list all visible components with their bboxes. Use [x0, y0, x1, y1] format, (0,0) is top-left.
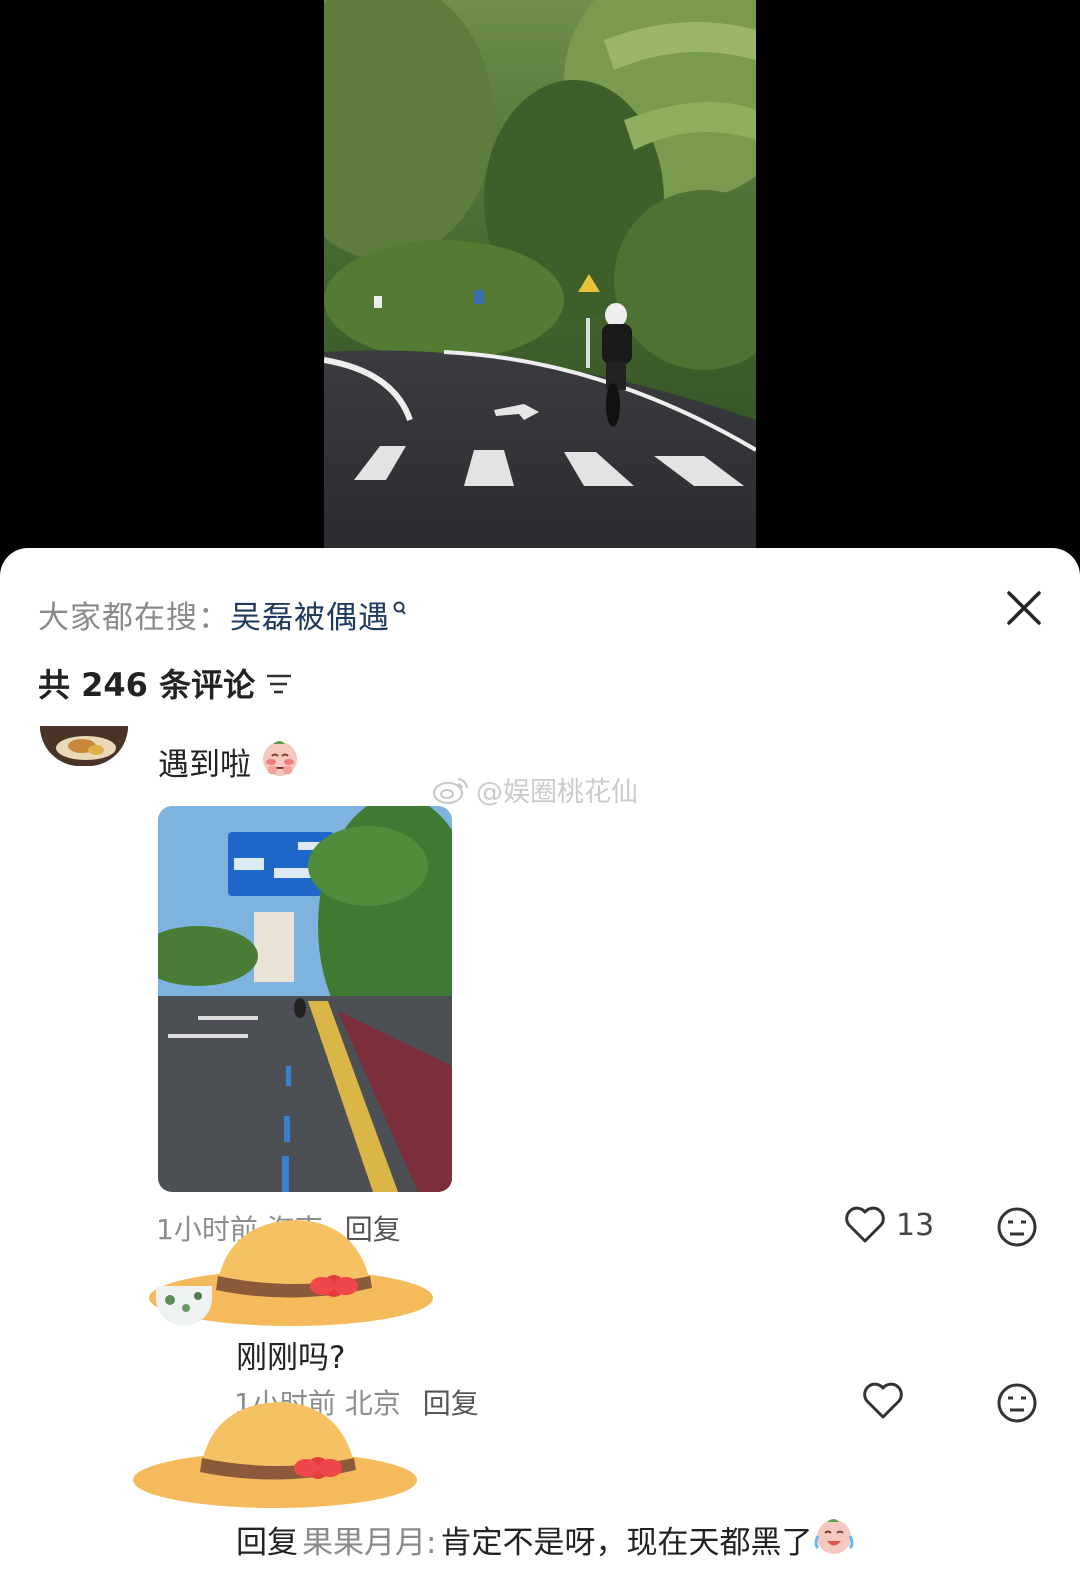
video-player[interactable] — [0, 0, 1080, 560]
reply-button[interactable]: 回复 — [423, 1387, 479, 1420]
watermark-text: @娱圈桃花仙 — [476, 777, 638, 808]
watermark: @娱圈桃花仙 — [432, 770, 638, 809]
close-button[interactable] — [1000, 584, 1048, 632]
like-button[interactable]: 13 — [844, 1206, 934, 1244]
comment-image[interactable] — [158, 806, 452, 1192]
comment-sheet: 大家都在搜：吴磊被偶遇 共 246 条评论 遇到啦 @娱圈桃花仙 1小时前 回复… — [0, 548, 1080, 1595]
video-still — [324, 0, 756, 550]
comment-text: 遇到啦 — [158, 736, 301, 786]
dislike-button[interactable] — [996, 1206, 1038, 1252]
close-icon — [1007, 591, 1041, 625]
avatar[interactable] — [40, 726, 128, 766]
heart-icon — [863, 1382, 903, 1419]
reply-comment-text: 回复 果果月月: 肯定不是呀，现在天都黑了 — [236, 1514, 856, 1564]
weibo-logo-icon — [433, 777, 468, 804]
trending-query[interactable]: 吴磊被偶遇 — [230, 600, 390, 636]
dislike-button[interactable] — [996, 1382, 1038, 1428]
search-mini-icon — [392, 590, 408, 626]
blush-emoji-icon — [259, 736, 301, 786]
video-frame — [324, 0, 756, 550]
like-count: 13 — [896, 1207, 935, 1243]
crying-laugh-emoji-icon — [812, 1514, 856, 1564]
comment-text: 刚刚吗? — [236, 1340, 346, 1376]
like-button[interactable] — [862, 1382, 904, 1420]
reply-prefix: 回复 — [236, 1524, 298, 1561]
comment-count: 共 246 条评论 — [38, 666, 256, 704]
heart-icon — [845, 1206, 885, 1243]
comment-body: 肯定不是呀，现在天都黑了 — [440, 1524, 813, 1561]
comment-body: 遇到啦 — [158, 746, 251, 783]
trending-prefix: 大家都在搜： — [38, 600, 230, 636]
hat-sticker — [130, 1396, 420, 1516]
meh-face-icon — [997, 1383, 1037, 1423]
trending-search[interactable]: 大家都在搜：吴磊被偶遇 — [38, 592, 408, 637]
comment-count-row: 共 246 条评论 — [38, 660, 293, 706]
sort-lines-icon[interactable] — [265, 666, 293, 704]
meh-face-icon — [997, 1207, 1037, 1247]
mention-link[interactable]: 果果月月: — [302, 1517, 436, 1562]
